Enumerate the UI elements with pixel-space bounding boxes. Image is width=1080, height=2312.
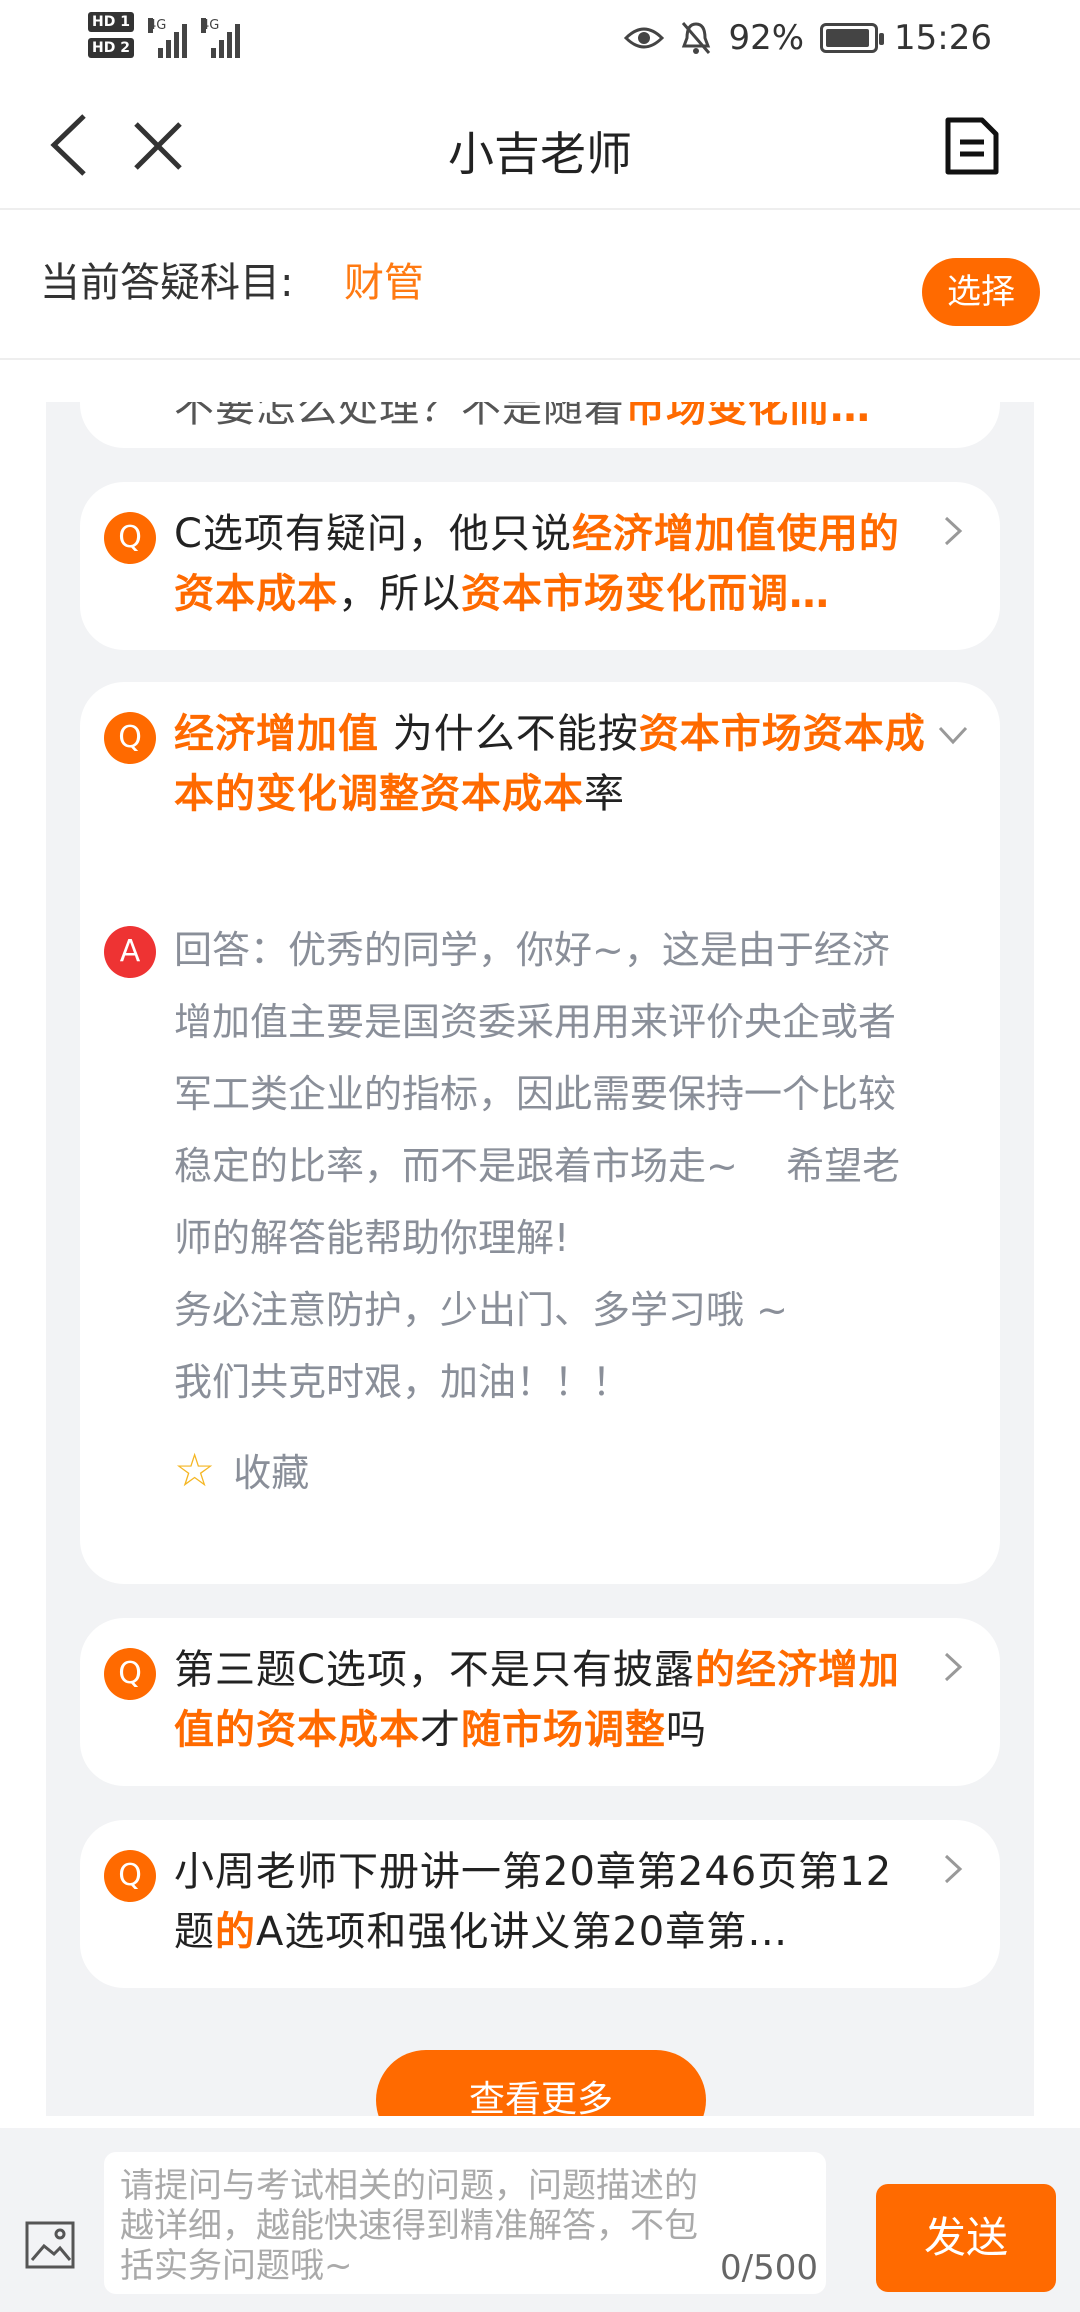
subject-value: 财管 [344, 260, 424, 306]
select-subject-button[interactable]: 选择 [922, 258, 1040, 326]
composer-bar: 请提问与考试相关的问题，问题描述的越详细，越能快速得到精准解答，不包括实务问题哦… [0, 2128, 1080, 2312]
favorite-label: 收藏 [233, 1451, 310, 1495]
input-placeholder: 请提问与考试相关的问题，问题描述的越详细，越能快速得到精准解答，不包括实务问题哦… [120, 2166, 698, 2286]
nav-bar: 小吉老师 [0, 80, 1080, 210]
answer-text: 回答：优秀的同学，你好~，这是由于经济 增加值主要是国资委采用用来评价央企或者 … [174, 914, 974, 1418]
question-text-4: 小周老师下册讲一第20章第246页第12题的A选项和强化讲义第20章第… [174, 1842, 926, 1962]
question-badge: Q [104, 1648, 156, 1700]
view-more-button[interactable]: 查看更多 [376, 2050, 706, 2116]
answer-line: 务必注意防护，少出门、多学习哦 ~ [174, 1288, 788, 1332]
question-text-1: C选项有疑问，他只说经济增加值使用的资本成本，所以资本市场变化而调… [174, 504, 926, 624]
answer-line: 军工类企业的指标，因此需要保持一个比较 [174, 1072, 897, 1116]
chevron-right-icon[interactable] [936, 1650, 970, 1684]
highlight-text: 的 [215, 1909, 256, 1955]
question-segment: ，所以 [338, 571, 461, 617]
page-title: 小吉老师 [448, 127, 632, 181]
question-input[interactable]: 请提问与考试相关的问题，问题描述的越详细，越能快速得到精准解答，不包括实务问题哦… [104, 2152, 826, 2294]
star-icon: ☆ [174, 1442, 216, 1497]
question-segment: 率 [584, 771, 625, 817]
question-segment: 才 [420, 1707, 461, 1753]
favorite-button[interactable]: ☆ 收藏 [174, 1442, 309, 1497]
answer-line: 师的解答能帮助你理解! [174, 1216, 570, 1260]
question-badge: Q [104, 1850, 156, 1902]
answer-badge: A [104, 926, 156, 978]
hd1-badge: HD 1 [88, 12, 134, 32]
partial-question-card[interactable]: 不要怎么处理？不是随着市场变化而… [80, 402, 1000, 448]
document-icon[interactable] [942, 114, 1002, 178]
chevron-right-icon[interactable] [936, 1852, 970, 1886]
question-badge: Q [104, 712, 156, 764]
question-segment: C选项有疑问，他只说 [174, 511, 572, 557]
question-card-3[interactable]: Q 第三题C选项，不是只有披露的经济增加值的资本成本才随市场调整吗 [80, 1618, 1000, 1786]
char-counter: 0/500 [720, 2248, 818, 2288]
question-badge: Q [104, 512, 156, 564]
battery-percent: 92% [728, 18, 805, 58]
send-button[interactable]: 发送 [876, 2184, 1056, 2292]
answer-line: 我们共克时艰，加油！！！ [174, 1360, 631, 1404]
answer-line: 回答：优秀的同学，你好~，这是由于经济 [174, 928, 890, 972]
highlight-text: 经济增加值 [174, 711, 379, 757]
question-segment: 吗 [666, 1707, 707, 1753]
mute-icon [682, 22, 711, 54]
signal-group: HD 1 HD 2 4G 4G [88, 12, 240, 58]
answer-line: 稳定的比率，而不是跟着市场走~ 希望老 [174, 1144, 901, 1188]
chevron-right-icon[interactable] [936, 514, 970, 548]
hd2-badge: HD 2 [88, 38, 134, 58]
image-icon[interactable] [24, 2220, 76, 2270]
question-card-4[interactable]: Q 小周老师下册讲一第20章第246页第12题的A选项和强化讲义第20章第… [80, 1820, 1000, 1988]
subject-label: 当前答疑科目: [40, 260, 294, 306]
answer-line: 增加值主要是国资委采用用来评价央企或者 [174, 1000, 897, 1044]
highlight-text: 随市场调整 [461, 1707, 666, 1753]
chevron-down-icon[interactable] [936, 718, 970, 752]
question-text-2: 经济增加值 为什么不能按资本市场资本成本的变化调整资本成本率 [174, 704, 926, 824]
question-segment: 为什么不能按 [379, 711, 639, 757]
question-text-3: 第三题C选项，不是只有披露的经济增加值的资本成本才随市场调整吗 [174, 1640, 926, 1760]
eye-icon [624, 27, 665, 49]
signal-icon-2: 4G [200, 18, 240, 58]
question-segment: A选项和强化讲义第20章第… [256, 1909, 789, 1955]
question-segment: 第三题C选项，不是只有披露 [174, 1647, 695, 1693]
battery-icon [820, 23, 885, 53]
subject-bar: 当前答疑科目: 财管 选择 [0, 212, 1080, 360]
highlight-text: 资本市场变化而调… [461, 571, 830, 617]
partial-question-text: 不要怎么处理？不是随着市场变化而… [174, 402, 871, 431]
status-bar: HD 1 HD 2 4G 4G 92% 15:26 [0, 0, 1080, 80]
signal-icon-1: 4G [147, 18, 187, 58]
question-card-1[interactable]: Q C选项有疑问，他只说经济增加值使用的资本成本，所以资本市场变化而调… [80, 482, 1000, 650]
question-card-2[interactable]: Q 经济增加值 为什么不能按资本市场资本成本的变化调整资本成本率 A 回答：优秀… [80, 682, 1000, 1584]
question-list: 不要怎么处理？不是随着市场变化而… Q C选项有疑问，他只说经济增加值使用的资本… [46, 402, 1034, 2116]
clock: 15:26 [894, 18, 992, 58]
